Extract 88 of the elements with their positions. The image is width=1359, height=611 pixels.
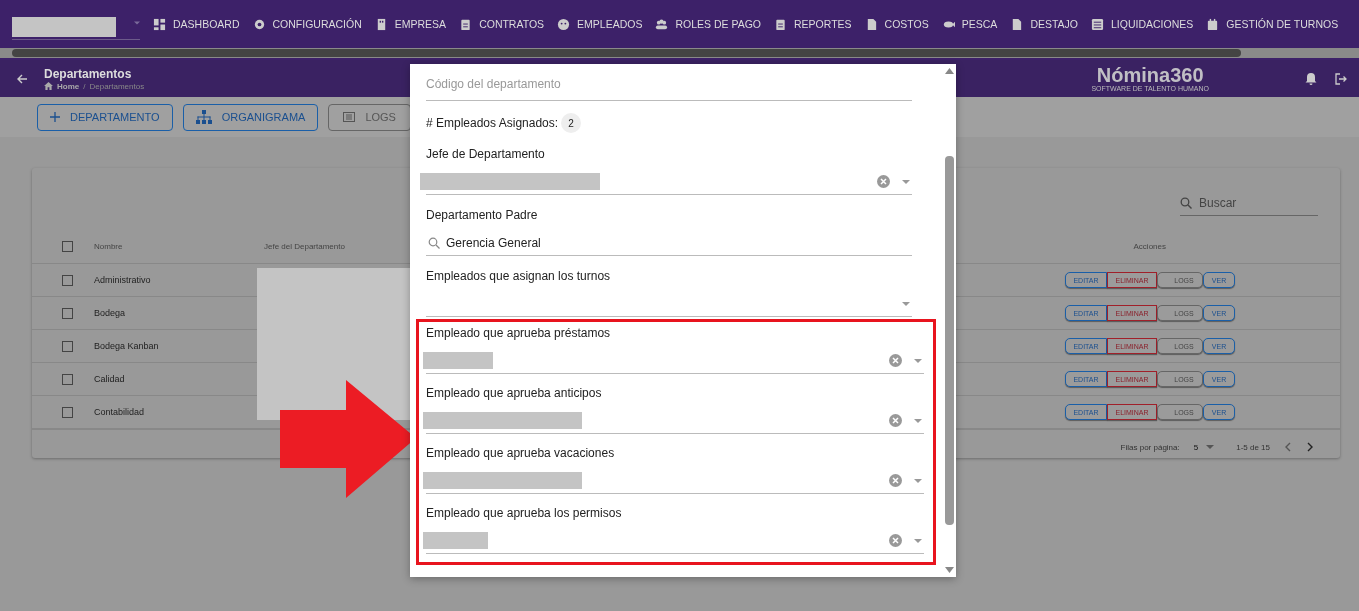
field-label: Empleado que aprueba vacaciones: [426, 445, 616, 462]
checkbox[interactable]: [61, 340, 73, 352]
clear-icon[interactable]: [877, 175, 890, 188]
table-cell-text: Calidad: [94, 374, 126, 384]
search-icon: [1180, 197, 1192, 209]
count-badge: 2: [561, 113, 582, 133]
field-label: Jefe de Departamento: [426, 146, 546, 163]
scrollbar[interactable]: [0, 46, 1359, 60]
caret-icon[interactable]: [914, 478, 922, 483]
nav-item[interactable]: EMPRESA: [374, 17, 447, 31]
document-icon: [1010, 17, 1024, 31]
caret-icon: [1206, 445, 1215, 449]
page-title: Departamentos: [44, 66, 133, 81]
caret-icon[interactable]: [902, 301, 910, 306]
search-field[interactable]: Gerencia General: [426, 232, 912, 256]
nav-item[interactable]: DASHBOARD: [153, 17, 240, 31]
select-field[interactable]: [426, 530, 924, 554]
nav-item[interactable]: CONFIGURACIÓN: [252, 17, 362, 31]
field-label: Empleados que asignan los turnos: [426, 268, 612, 285]
previous-page-icon[interactable]: [1284, 442, 1292, 452]
list-icon: [1091, 17, 1105, 31]
list-icon: [343, 112, 356, 122]
select-field[interactable]: [426, 470, 924, 494]
nav-item[interactable]: GESTIÓN DE TURNOS: [1206, 17, 1339, 31]
home-icon: [44, 82, 53, 90]
scroll-down-icon[interactable]: [945, 567, 954, 573]
scroll-up-icon[interactable]: [945, 68, 954, 74]
back-arrow-icon[interactable]: [16, 72, 28, 85]
bell-icon[interactable]: [1305, 72, 1317, 85]
hierarchy-icon: [195, 110, 212, 124]
toolbar-button[interactable]: DEPARTAMENTO: [37, 103, 173, 131]
people-icon: [655, 17, 669, 31]
clear-icon[interactable]: [889, 474, 902, 487]
checkbox[interactable]: [61, 307, 73, 319]
table-cell-text: Bodega: [94, 308, 127, 318]
caret-icon[interactable]: [134, 21, 140, 25]
field-label: # Empleados Asignados:: [426, 116, 559, 130]
field-label: Empleado que aprueba anticipos: [426, 385, 603, 402]
page-range: 1-5 de 15: [1236, 442, 1270, 452]
breadcrumb-link[interactable]: Home: [57, 81, 80, 91]
breadcrumb-separator: /: [83, 81, 86, 91]
table-cell-text: Administrativo: [94, 275, 152, 285]
rows-per-page-select[interactable]: 5: [1193, 442, 1215, 452]
caret-icon[interactable]: [914, 358, 922, 363]
clear-icon[interactable]: [889, 534, 902, 547]
field-label: Departamento Padre: [426, 207, 539, 224]
face-icon: [557, 17, 571, 31]
clear-icon[interactable]: [889, 354, 902, 367]
nav-item[interactable]: ROLES DE PAGO: [655, 17, 762, 31]
search-icon: [428, 236, 440, 249]
next-page-icon[interactable]: [1306, 442, 1314, 452]
checkbox[interactable]: [61, 373, 73, 385]
rows-per-page-label: Filas por página:: [1120, 442, 1180, 452]
checkbox[interactable]: [61, 274, 73, 286]
clipboard-icon: [459, 17, 473, 31]
plus-icon: [50, 112, 60, 122]
nav-item[interactable]: LIQUIDACIONES: [1091, 17, 1194, 31]
toolbar-button[interactable]: ORGANIGRAMA: [182, 103, 319, 131]
logo-text: Nómina360: [1095, 65, 1205, 85]
redaction-block: [423, 532, 488, 549]
calendar-icon: [1206, 17, 1220, 31]
select-field[interactable]: [426, 410, 924, 434]
checkbox[interactable]: [61, 241, 73, 252]
redaction-block: [423, 352, 493, 369]
field-label: Empleado que aprueba los permisos: [426, 505, 623, 522]
nav-item[interactable]: PESCA: [941, 17, 998, 31]
clipboard-icon: [774, 17, 788, 31]
column-header[interactable]: Nombre: [94, 242, 264, 251]
nav-item[interactable]: COSTOS: [864, 17, 929, 31]
grid-icon: [153, 17, 166, 31]
breadcrumb-current: Departamentos: [89, 81, 145, 91]
table-cell-text: Contabilidad: [94, 407, 146, 417]
gear-icon: [252, 17, 266, 31]
nav-item[interactable]: REPORTES: [774, 17, 852, 31]
field-label: Empleado que aprueba préstamos: [426, 325, 612, 342]
checkbox[interactable]: [61, 406, 73, 418]
table-cell-text: Bodega Kanban: [94, 341, 160, 351]
nav-item[interactable]: CONTRATOS: [459, 17, 545, 31]
caret-icon[interactable]: [914, 418, 922, 423]
logout-icon[interactable]: [1335, 72, 1347, 85]
search-field[interactable]: Buscar: [1197, 195, 1311, 211]
caret-icon[interactable]: [902, 179, 910, 184]
select-field[interactable]: [426, 350, 924, 374]
caret-icon[interactable]: [914, 538, 922, 543]
nav-item[interactable]: DESTAJO: [1010, 17, 1079, 31]
column-header: Acciones: [1133, 242, 1166, 251]
clear-icon[interactable]: [889, 414, 902, 427]
nav-item[interactable]: EMPLEADOS: [557, 17, 643, 31]
